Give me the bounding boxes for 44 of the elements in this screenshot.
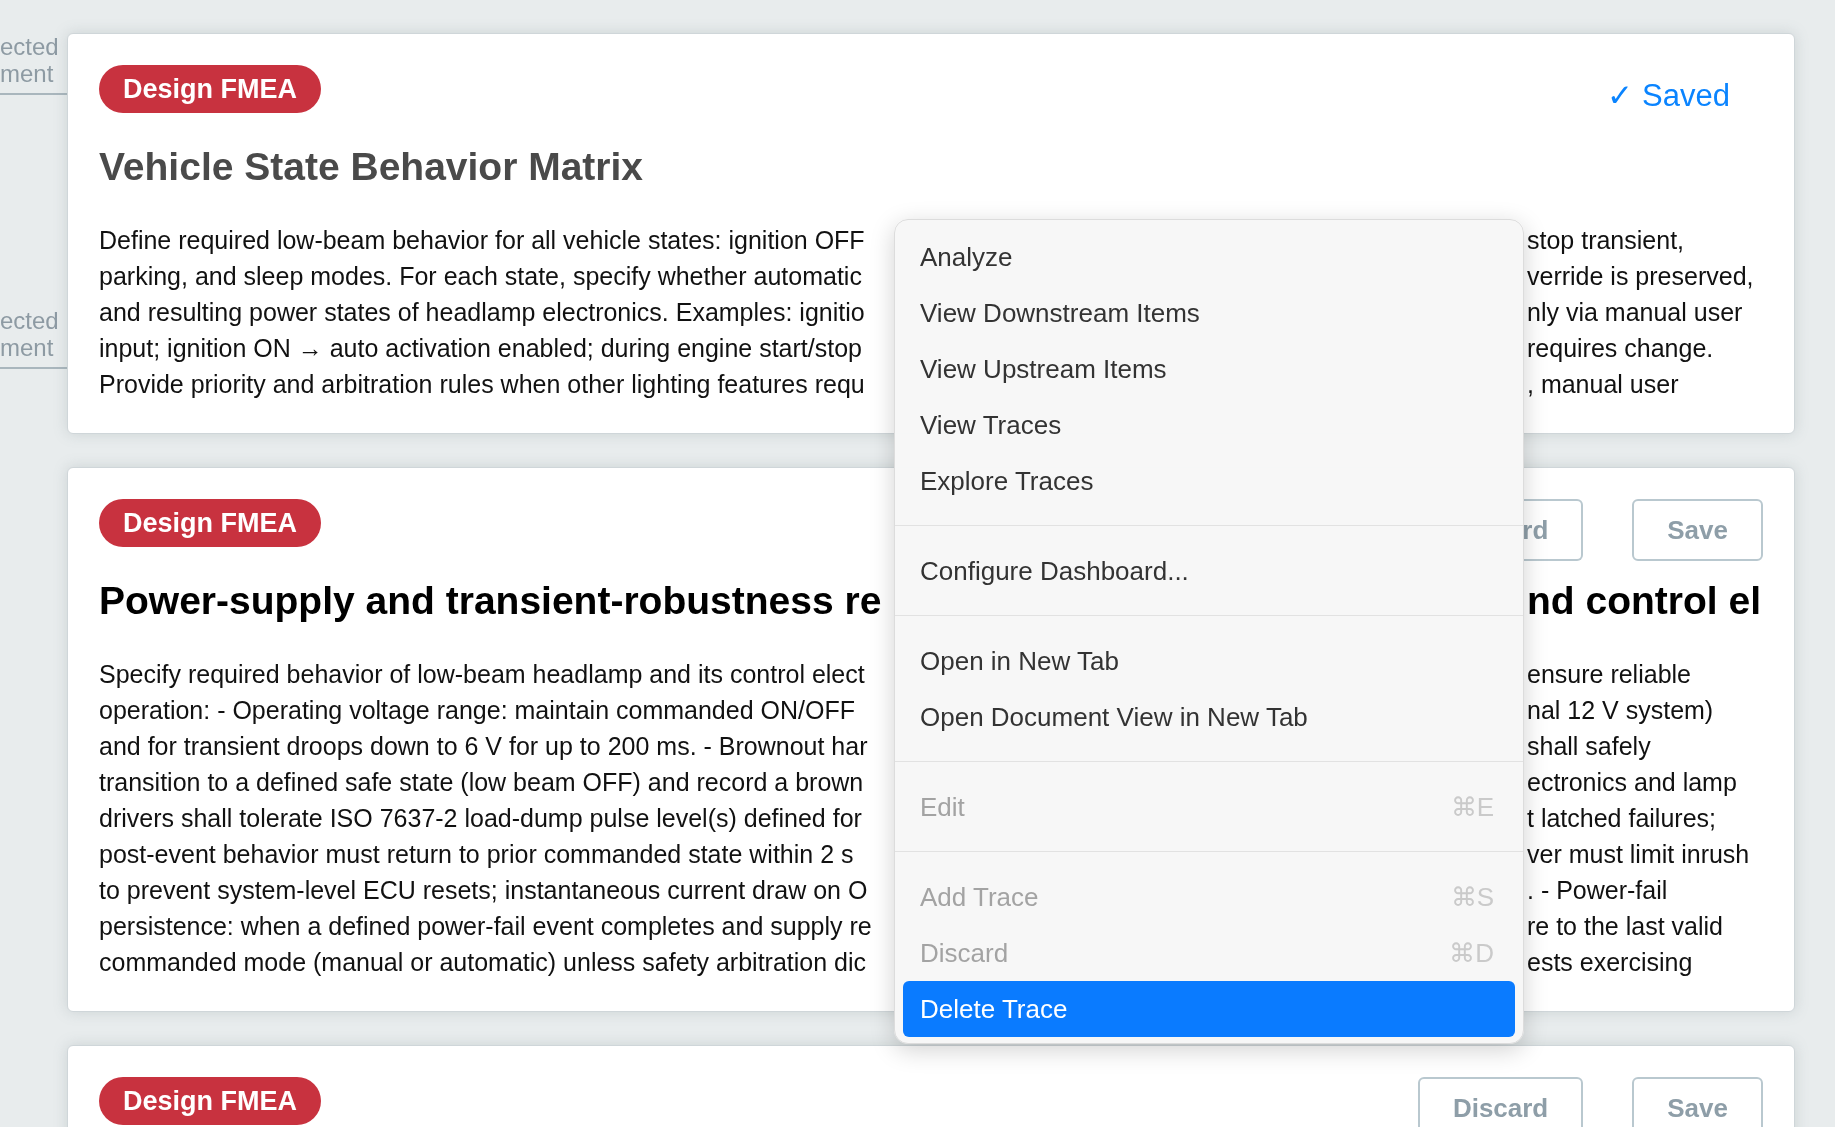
menu-item[interactable]: Explore Traces: [903, 453, 1515, 509]
description-text: to prevent system-level ECU resets; instantaneous current draw on O: [99, 875, 869, 906]
description-text: verride is preserved,: [1526, 261, 1755, 292]
description-text: Provide priority and arbitration rules when other lighting features requ: [99, 369, 866, 400]
menu-item[interactable]: Delete Trace: [903, 981, 1515, 1037]
description-text: ests exercising: [1526, 947, 1694, 978]
description-text: t latched failures;: [1526, 803, 1717, 834]
description-text: nal 12 V system): [1526, 695, 1715, 726]
description-text: shall safely: [1526, 731, 1652, 762]
type-badge: Design FMEA: [99, 1077, 321, 1125]
menu-item[interactable]: View Traces: [903, 397, 1515, 453]
description-text: Define required low-beam behavior for all vehicle states: ignition OFF: [99, 225, 866, 256]
description-text: Specify required behavior of low-beam headlamp and its control elect: [99, 659, 866, 690]
card-title: Power-supply and transient-robustness re: [99, 578, 882, 624]
type-badge: Design FMEA: [99, 499, 321, 547]
description-text: ver must limit inrush: [1526, 839, 1751, 870]
description-text: transition to a defined safe state (low beam OFF) and record a brown: [99, 767, 865, 798]
menu-item[interactable]: View Upstream Items: [903, 341, 1515, 397]
saved-status: ✓ Saved: [1607, 76, 1730, 115]
description-text: and resulting power states of headlamp electronics. Examples: ignitio: [99, 297, 866, 328]
description-text: operation: - Operating voltage range: maintain commanded ON/OFF: [99, 695, 856, 726]
description-text: commanded mode (manual or automatic) unless safety arbitration dic: [99, 947, 868, 978]
description-text: drivers shall tolerate ISO 7637-2 load-dump pulse level(s) defined for: [99, 803, 863, 834]
type-badge: Design FMEA: [99, 65, 321, 113]
menu-item[interactable]: Configure Dashboard...: [903, 543, 1515, 599]
menu-item[interactable]: Analyze: [903, 229, 1515, 285]
description-text: post-event behavior must return to prior commanded state within 2 s: [99, 839, 855, 870]
description-text: and for transient droops down to 6 V for up to 200 ms. - Brownout har: [99, 731, 869, 762]
description-text: , manual user: [1526, 369, 1680, 400]
card-title: Vehicle State Behavior Matrix: [99, 144, 644, 190]
description-text: ectronics and lamp: [1526, 767, 1738, 798]
description-text: requires change.: [1526, 333, 1715, 364]
menu-item[interactable]: Open Document View in New Tab: [903, 689, 1515, 745]
description-text: re to the last valid: [1526, 911, 1724, 942]
description-text: nly via manual user: [1526, 297, 1744, 328]
card-title: nd control el: [1526, 578, 1761, 624]
description-text: persistence: when a defined power-fail event completes and supply re: [99, 911, 873, 942]
menu-item[interactable]: View Downstream Items: [903, 285, 1515, 341]
description-text: ensure reliable: [1526, 659, 1692, 690]
description-text: parking, and sleep modes. For each state, specify whether automatic: [99, 261, 863, 292]
description-text: stop transient,: [1526, 225, 1686, 256]
menu-item[interactable]: Open in New Tab: [903, 633, 1515, 689]
description-text: . - Power-fail: [1526, 875, 1669, 906]
description-text: input; ignition ON → auto activation enabled; during engine start/stop: [99, 333, 863, 364]
